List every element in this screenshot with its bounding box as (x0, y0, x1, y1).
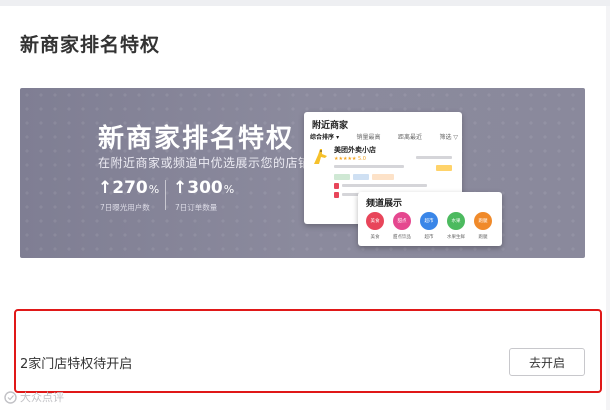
banner-subline: 在附近商家或频道中优选展示您的店铺 (98, 156, 311, 170)
page: 新商家排名特权 新商家排名特权 在附近商家或频道中优选展示您的店铺 ↑270% … (0, 0, 610, 410)
channel-fruit-icon: 水果 (447, 212, 465, 230)
stat-orders-unit: % (223, 183, 235, 196)
stat-exposure-unit: % (148, 183, 160, 196)
mockup-text-line (342, 184, 427, 187)
mockup-tag (353, 174, 369, 180)
mockup-tag (334, 192, 339, 198)
stat-divider (165, 180, 166, 210)
stat-orders-caption: 7日订单数量 (175, 203, 218, 212)
banner-headline: 新商家排名特权 (98, 124, 295, 154)
stat-exposure-value: ↑270 (98, 178, 148, 198)
channel-label: 甜点饮品 (393, 235, 411, 240)
mockup-text-line (416, 156, 452, 159)
mockup-channel-header: 频道展示 (366, 199, 403, 209)
channel-label: 超市 (424, 235, 434, 240)
mockup-tab: 筛选 ▽ (439, 134, 458, 141)
mockup-tab: 综合排序 ▾ (310, 134, 340, 141)
watermark: 大众点评 (4, 389, 64, 405)
mockup-rating: ★★★★★ 5.0 (334, 156, 366, 162)
mockup-tag (334, 174, 350, 180)
enable-privilege-button[interactable]: 去开启 (509, 348, 585, 376)
channel-errand-icon: 跑腿 (474, 212, 492, 230)
channel-supermarket-icon: 超市 (420, 212, 438, 230)
stat-orders: ↑300% 7日订单数量 (173, 178, 234, 213)
giraffe-mascot-icon (314, 149, 327, 164)
channel-display-mockup: 频道展示 美食 美食 甜点 甜点饮品 超市 超市 水果 水果生鲜 跑腿 跑腿 (358, 192, 502, 246)
mockup-text-line (334, 165, 404, 168)
stat-exposure-caption: 7日曝光用户数 (100, 203, 150, 212)
mockup-tag (372, 174, 394, 180)
stat-orders-value: ↑300 (173, 178, 223, 198)
mockup-tag (436, 165, 452, 171)
promo-banner: 新商家排名特权 在附近商家或频道中优选展示您的店铺 ↑270% 7日曝光用户数 … (20, 88, 585, 258)
mockup-tag (334, 183, 339, 189)
mockup-tab: 销量最高 (356, 134, 381, 141)
mockup-shop-name: 美团外卖小店 (334, 146, 376, 154)
mockup-tab: 距离最近 (398, 134, 423, 141)
channel-label: 美食 (370, 235, 380, 240)
channel-dessert-icon: 甜点 (393, 212, 411, 230)
channel-label: 水果生鲜 (447, 235, 465, 240)
stat-exposure: ↑270% 7日曝光用户数 (98, 178, 159, 213)
dianping-logo-icon (4, 390, 17, 404)
privilege-status-text: 2家门店特权待开启 (20, 357, 133, 372)
mockup-sort-tabs: 综合排序 ▾ 销量最高 距离最近 筛选 ▽ (310, 132, 458, 141)
watermark-text: 大众点评 (20, 391, 64, 404)
channel-label: 跑腿 (478, 235, 488, 240)
mockup-list-header: 附近商家 (312, 121, 349, 131)
channel-food-icon: 美食 (366, 212, 384, 230)
page-title: 新商家排名特权 (20, 34, 161, 56)
